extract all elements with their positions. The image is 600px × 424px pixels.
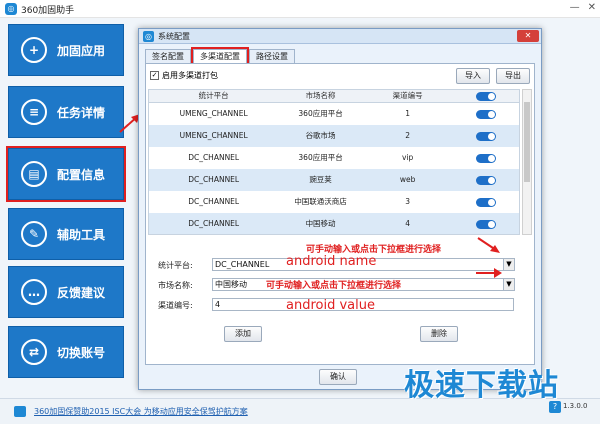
cell-market: 谷歌市场	[305, 131, 336, 140]
dialog-title-bar: ◎ 系统配置 ✕	[139, 29, 541, 44]
close-icon[interactable]: ✕	[588, 2, 596, 13]
market-dropdown-icon[interactable]: ▼	[503, 278, 515, 291]
nav-item-task-details[interactable]: ≡ 任务详情	[8, 86, 124, 138]
row-toggle[interactable]	[475, 109, 496, 119]
row-toggle[interactable]	[475, 197, 496, 207]
annotation-android-value: android value	[286, 298, 375, 313]
annotation-arrow-mid	[476, 268, 502, 278]
nav-item-tools[interactable]: ✎ 辅助工具	[8, 208, 124, 260]
multichannel-panel: ✓ 启用多渠道打包 导入 导出 统计平台 市场名称 渠道编号 UMENG_CHA…	[145, 63, 535, 365]
table-row[interactable]: DC_CHANNEL 360应用平台 vip	[149, 147, 519, 169]
dialog-close-button[interactable]: ✕	[517, 30, 539, 42]
nav-item-protect-app[interactable]: + 加固应用	[8, 24, 124, 76]
row-toggle[interactable]	[475, 153, 496, 163]
tab-multichannel[interactable]: 多渠道配置	[191, 47, 249, 65]
dialog-title: 系统配置	[158, 32, 190, 41]
channel-table: 统计平台 市场名称 渠道编号 UMENG_CHANNEL 360应用平台 1 U…	[148, 89, 520, 235]
clipboard-icon: ▤	[21, 161, 47, 187]
minimize-icon[interactable]: —	[570, 2, 580, 13]
cell-market: 360应用平台	[298, 109, 343, 118]
table-header: 统计平台 市场名称 渠道编号	[149, 90, 519, 103]
col-header-channel: 渠道编号	[392, 91, 423, 100]
cell-channel: 3	[405, 197, 410, 206]
nav-item-label: 配置信息	[57, 167, 106, 182]
app-title: 360加固助手	[21, 6, 75, 16]
header-toggle-icon[interactable]	[475, 91, 496, 101]
annotation-hint-mid: 可手动输入或点击下拉框进行选择	[266, 281, 402, 291]
table-row[interactable]: UMENG_CHANNEL 谷歌市场 2	[149, 125, 519, 147]
cell-platform: DC_CHANNEL	[188, 197, 240, 206]
cell-market: 豌豆荚	[309, 175, 332, 184]
watermark: 极速下载站	[404, 368, 559, 403]
title-bar: ◎ 360加固助手 — ✕	[0, 0, 600, 18]
table-row[interactable]: UMENG_CHANNEL 360应用平台 1	[149, 103, 519, 125]
version-label: 1.3.0.0	[563, 402, 588, 410]
annotation-arrow-top	[477, 237, 500, 253]
platform-label: 统计平台:	[158, 261, 193, 270]
table-row[interactable]: DC_CHANNEL 中国移动 4	[149, 213, 519, 234]
tab-path-settings[interactable]: 路径设置	[249, 49, 295, 63]
document-list-icon: ≡	[21, 99, 47, 125]
annotation-android-name: android name	[286, 254, 377, 269]
table-scrollbar[interactable]	[522, 89, 532, 235]
cell-platform: DC_CHANNEL	[188, 219, 240, 228]
table-row[interactable]: DC_CHANNEL 中国联通沃商店 3	[149, 191, 519, 213]
chat-bubble-icon: …	[21, 279, 47, 305]
col-header-platform: 统计平台	[198, 91, 229, 100]
nav-item-switch-account[interactable]: ⇄ 切换账号	[8, 326, 124, 378]
dialog-logo-icon: ◎	[143, 31, 154, 42]
cell-channel: vip	[401, 153, 414, 162]
cell-market: 中国联通沃商店	[294, 197, 347, 206]
cell-channel: 4	[405, 219, 410, 228]
channel-label: 渠道编号:	[158, 301, 193, 310]
row-toggle[interactable]	[475, 219, 496, 229]
confirm-button[interactable]: 确认	[319, 369, 357, 385]
nav-item-label: 任务详情	[57, 105, 106, 120]
switch-account-icon: ⇄	[21, 339, 47, 365]
app-logo-icon: ◎	[5, 3, 17, 15]
scrollbar-thumb[interactable]	[524, 102, 530, 182]
enable-multichannel-label: 启用多渠道打包	[162, 71, 218, 80]
cell-platform: UMENG_CHANNEL	[179, 109, 248, 118]
import-button[interactable]: 导入	[456, 68, 490, 84]
cell-channel: 2	[405, 131, 410, 140]
enable-multichannel-row: ✓ 启用多渠道打包	[150, 70, 218, 81]
nav-item-label: 反馈建议	[57, 285, 106, 300]
delete-button[interactable]: 删除	[420, 326, 458, 342]
add-button[interactable]: 添加	[224, 326, 262, 342]
enable-multichannel-checkbox[interactable]: ✓	[150, 71, 159, 80]
tab-signature[interactable]: 签名配置	[145, 49, 191, 63]
nav-item-feedback[interactable]: … 反馈建议	[8, 266, 124, 318]
speaker-icon	[14, 406, 26, 417]
cell-market: 中国移动	[305, 219, 336, 228]
cell-platform: UMENG_CHANNEL	[179, 131, 248, 140]
dialog-tabs: 签名配置 多渠道配置 路径设置	[145, 47, 297, 65]
nav-item-label: 切换账号	[57, 345, 106, 360]
col-header-market: 市场名称	[305, 91, 336, 100]
cell-platform: DC_CHANNEL	[188, 175, 240, 184]
platform-dropdown-icon[interactable]: ▼	[503, 258, 515, 271]
export-button[interactable]: 导出	[496, 68, 530, 84]
table-row[interactable]: DC_CHANNEL 豌豆荚 web	[149, 169, 519, 191]
status-announcement-link[interactable]: 360加固保赞助2015 ISC大会 为移动应用安全保驾护航方案	[34, 406, 248, 417]
nav-item-label: 加固应用	[57, 43, 106, 58]
wrench-icon: ✎	[21, 221, 47, 247]
cell-channel: 1	[405, 109, 410, 118]
system-config-dialog: ◎ 系统配置 ✕ 签名配置 多渠道配置 路径设置 ✓ 启用多渠道打包 导入 导出…	[138, 28, 542, 390]
shield-plus-icon: +	[21, 37, 47, 63]
cell-channel: web	[399, 175, 416, 184]
nav-item-label: 辅助工具	[57, 227, 106, 242]
nav-item-config-info[interactable]: ▤ 配置信息	[6, 146, 126, 202]
row-toggle[interactable]	[475, 175, 496, 185]
market-label: 市场名称:	[158, 281, 193, 290]
cell-platform: DC_CHANNEL	[188, 153, 240, 162]
row-toggle[interactable]	[475, 131, 496, 141]
cell-market: 360应用平台	[298, 153, 343, 162]
